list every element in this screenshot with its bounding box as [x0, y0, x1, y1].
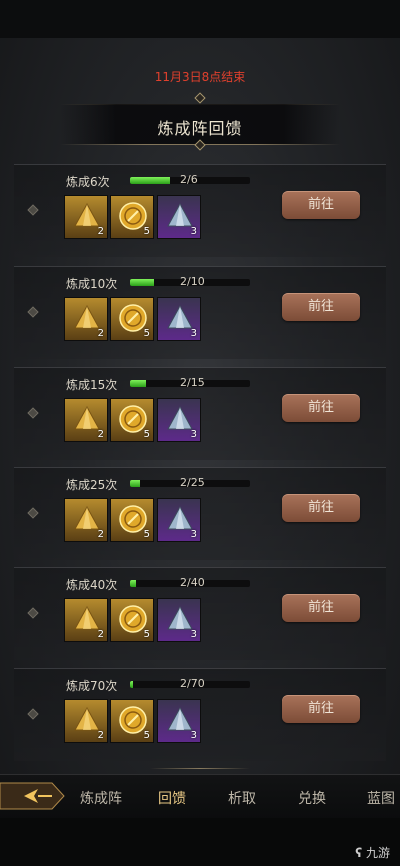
progress-text: 2/10: [180, 275, 205, 288]
card-diamond-icon: [27, 708, 39, 720]
top-bar: [0, 0, 400, 38]
reward-condition: 炼成6次: [66, 175, 110, 189]
card-diamond-icon: [27, 204, 39, 216]
reward-condition: 炼成25次: [66, 478, 118, 492]
go-button[interactable]: 前往: [282, 494, 360, 522]
reward-item[interactable]: 2: [64, 398, 108, 442]
reward-item[interactable]: 2: [64, 297, 108, 341]
reward-item[interactable]: 5: [110, 195, 154, 239]
progress-text: 2/40: [180, 576, 205, 589]
watermark-text: 九游: [365, 846, 390, 860]
reward-card: 炼成6次 2/6 2 5 3 前往: [14, 164, 386, 257]
go-button[interactable]: 前往: [282, 293, 360, 321]
watermark-logo-icon: ʕ: [355, 846, 363, 860]
go-button[interactable]: 前往: [282, 394, 360, 422]
reward-card: 炼成70次 2/70 2 5 3 前往: [14, 668, 386, 761]
item-count: 5: [143, 328, 150, 339]
item-count: 3: [190, 730, 197, 741]
progress-fill: [130, 380, 146, 387]
item-count: 2: [97, 226, 104, 237]
item-count: 3: [190, 629, 197, 640]
item-count: 2: [97, 629, 104, 640]
item-count: 2: [97, 328, 104, 339]
item-count: 2: [97, 529, 104, 540]
progress-fill: [130, 177, 170, 184]
reward-item[interactable]: 5: [110, 498, 154, 542]
item-count: 5: [143, 429, 150, 440]
progress-fill: [130, 279, 154, 286]
reward-condition: 炼成70次: [66, 679, 118, 693]
reward-card: 炼成10次 2/10 2 5 3 前往: [14, 266, 386, 359]
card-diamond-icon: [27, 407, 39, 419]
progress-fill: [130, 480, 140, 487]
reward-item[interactable]: 2: [64, 195, 108, 239]
tab-exchange[interactable]: 兑换: [298, 788, 326, 808]
reward-condition: 炼成10次: [66, 277, 118, 291]
list-bottom-divider: [150, 768, 250, 769]
back-arrow-icon[interactable]: [0, 777, 70, 815]
go-button[interactable]: 前往: [282, 191, 360, 219]
watermark: ʕ 九游: [355, 844, 390, 861]
reward-card: 炼成25次 2/25 2 5 3 前往: [14, 467, 386, 560]
reward-condition: 炼成40次: [66, 578, 118, 592]
reward-item[interactable]: 3: [157, 598, 201, 642]
tab-blueprint[interactable]: 蓝图: [367, 788, 395, 808]
tab-refining-array[interactable]: 炼成阵: [80, 788, 122, 808]
item-count: 5: [143, 529, 150, 540]
reward-item[interactable]: 2: [64, 498, 108, 542]
reward-item[interactable]: 3: [157, 498, 201, 542]
reward-condition: 炼成15次: [66, 378, 118, 392]
reward-card: 炼成15次 2/15 2 5 3 前往: [14, 367, 386, 460]
event-deadline: 11月3日8点结束: [154, 70, 246, 84]
reward-card: 炼成40次 2/40 2 5 3 前往: [14, 567, 386, 660]
tab-extract[interactable]: 析取: [228, 788, 256, 808]
progress-text: 2/15: [180, 376, 205, 389]
item-count: 3: [190, 226, 197, 237]
reward-item[interactable]: 3: [157, 398, 201, 442]
item-count: 5: [143, 730, 150, 741]
tab-feedback[interactable]: 回馈: [158, 788, 186, 808]
title-top-diamond-icon: [194, 92, 206, 104]
reward-item[interactable]: 5: [110, 398, 154, 442]
reward-item[interactable]: 3: [157, 699, 201, 743]
reward-item[interactable]: 2: [64, 598, 108, 642]
reward-item[interactable]: 3: [157, 297, 201, 341]
go-button[interactable]: 前往: [282, 695, 360, 723]
item-count: 5: [143, 629, 150, 640]
progress-fill: [130, 580, 136, 587]
progress-text: 2/6: [180, 173, 198, 186]
reward-item[interactable]: 5: [110, 699, 154, 743]
page-title: 炼成阵回馈: [157, 119, 243, 138]
progress-fill: [130, 681, 134, 688]
reward-item[interactable]: 2: [64, 699, 108, 743]
footer: [0, 818, 400, 866]
card-diamond-icon: [27, 607, 39, 619]
card-diamond-icon: [27, 306, 39, 318]
reward-item[interactable]: 3: [157, 195, 201, 239]
title-banner: 炼成阵回馈: [60, 92, 340, 152]
item-count: 3: [190, 328, 197, 339]
item-count: 3: [190, 429, 197, 440]
go-button[interactable]: 前往: [282, 594, 360, 622]
reward-item[interactable]: 5: [110, 598, 154, 642]
progress-text: 2/70: [180, 677, 205, 690]
card-diamond-icon: [27, 507, 39, 519]
tab-bar: 炼成阵 回馈 析取 兑换 蓝图: [0, 774, 400, 819]
item-count: 3: [190, 529, 197, 540]
item-count: 2: [97, 429, 104, 440]
item-count: 5: [143, 226, 150, 237]
reward-item[interactable]: 5: [110, 297, 154, 341]
progress-text: 2/25: [180, 476, 205, 489]
item-count: 2: [97, 730, 104, 741]
